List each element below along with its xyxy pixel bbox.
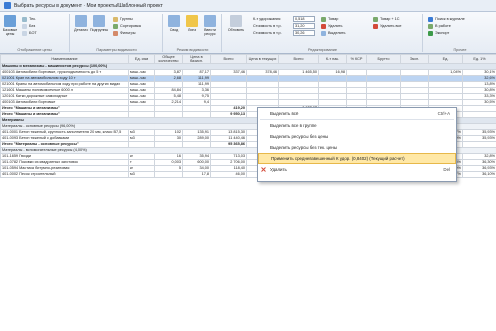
search-icon: [428, 16, 433, 22]
select-button[interactable]: Выделить: [321, 30, 346, 36]
table-cell: м3: [128, 171, 155, 178]
ribbon: Базовые цены Тек. Без БОТ Отображение це…: [0, 12, 496, 54]
column-header[interactable]: Общее количество: [154, 54, 183, 64]
column-header[interactable]: Цена в текущих: [246, 54, 279, 64]
sort-toggle[interactable]: Сортировка: [113, 23, 141, 29]
column-header[interactable]: % КСР: [346, 54, 367, 64]
delete-button[interactable]: Удалить: [321, 23, 343, 29]
context-menu: Выделить всё Ctrl+A Выделить все в группе…: [257, 107, 457, 182]
bot-icon: [22, 30, 27, 36]
price-icon: [22, 16, 27, 22]
shortcut-ctrl-a: Ctrl+A: [437, 111, 450, 116]
goods-button[interactable]: Товар: [321, 16, 338, 22]
window-title: Выбрать ресурсы в документ · Мои проекты…: [14, 2, 163, 9]
sort-icon: [113, 23, 118, 29]
resource-icon: [204, 15, 216, 27]
detail-icon: [75, 15, 87, 27]
export-icon: [428, 30, 433, 36]
summary-button[interactable]: Свод: [166, 15, 182, 32]
journal-search-button[interactable]: Поиск в журнале: [428, 16, 465, 22]
menu-select-no-price[interactable]: Выделить ресурсы без цены: [258, 131, 456, 142]
shortcut-del: Del: [443, 167, 450, 172]
column-header[interactable]: Ед.: [428, 54, 463, 64]
ribbon-group-other: Поиск в журнале В работе Экспорт Прочее: [424, 14, 496, 52]
markup-coef-input[interactable]: 0,518: [293, 16, 315, 22]
delete-all-icon: [373, 23, 378, 29]
filters-toggle[interactable]: Фильтры: [113, 30, 135, 36]
cost-label-1: Стоимость в т.р.: [253, 24, 282, 28]
column-header[interactable]: Всего: [278, 54, 319, 64]
table-cell: 401-0001 Бетон тяжелый, крупность заполн…: [0, 129, 129, 136]
ribbon-group-editing: Обновить К-т удорожания 0,518 Стоимость …: [223, 14, 423, 52]
lines-button[interactable]: Линз: [184, 15, 200, 32]
column-header[interactable]: Брутто: [366, 54, 401, 64]
filter-icon: [113, 30, 118, 36]
subgroups-icon: [93, 15, 105, 27]
bot-toggle[interactable]: БОТ: [22, 30, 37, 36]
column-header[interactable]: Цена в базисн.: [182, 54, 211, 64]
column-header[interactable]: Наименование: [0, 54, 129, 64]
delete-icon: [321, 23, 326, 29]
detail-button[interactable]: Детализ: [73, 15, 89, 32]
column-header[interactable]: Эксп.: [400, 54, 429, 64]
summary-icon: [168, 15, 180, 27]
work-icon: [428, 23, 433, 29]
enter-resource-button[interactable]: Ввести ресурс: [202, 15, 218, 36]
base-prices-button[interactable]: Базовые цены: [2, 15, 18, 36]
menu-delete[interactable]: Удалить Del: [258, 164, 456, 175]
no-prices-toggle[interactable]: Без: [22, 23, 35, 29]
export-button[interactable]: Экспорт: [428, 30, 449, 36]
select-icon: [321, 30, 326, 36]
goods-1c-icon: [373, 16, 378, 22]
cost-input-1[interactable]: 31,20: [293, 23, 315, 29]
subgroups-button[interactable]: Подгруппы: [90, 15, 108, 32]
table-cell: 401-0002 Песок строительный: [0, 171, 129, 178]
table-cell: [154, 171, 183, 178]
cost-label-2: Стоимость в т.р.: [253, 31, 282, 35]
groups-toggle[interactable]: Группы: [113, 16, 133, 22]
cost-input-2[interactable]: 30,26: [293, 30, 315, 36]
delete-x-icon: [261, 167, 266, 172]
ribbon-group-price-display: Базовые цены Тек. Без БОТ Отображение це…: [0, 14, 70, 52]
table-cell: 17,8: [182, 171, 211, 178]
goods-icon: [321, 16, 326, 22]
menu-select-all[interactable]: Выделить всё Ctrl+A: [258, 108, 456, 119]
refresh-button[interactable]: Обновить: [225, 15, 247, 32]
groups-icon: [113, 16, 118, 22]
menu-select-group[interactable]: Выделить все в группе: [258, 120, 456, 131]
ribbon-group-visibility: Детализ Подгруппы Группы Сортировка Филь…: [71, 14, 163, 52]
table-cell: 36,10%: [462, 171, 496, 178]
table-header-row: Наименование Ед. изм Общее количество Цена …: [0, 54, 496, 64]
goods-1c-button[interactable]: Товар + 1С: [373, 16, 400, 22]
title-bar: Выбрать ресурсы в документ · Мои проекты…: [0, 0, 496, 12]
none-icon: [22, 23, 27, 29]
in-work-button[interactable]: В работе: [428, 23, 451, 29]
current-prices-toggle[interactable]: Тек.: [22, 16, 36, 22]
app-icon: [4, 2, 11, 9]
column-header[interactable]: Ед. 1%: [462, 54, 496, 64]
lines-icon: [186, 15, 198, 27]
menu-select-no-current-price[interactable]: Выделить ресурсы без тек. цены: [258, 142, 456, 153]
column-header[interactable]: Всего: [210, 54, 247, 64]
column-header[interactable]: Ед. изм: [128, 54, 155, 64]
refresh-icon: [230, 15, 242, 27]
table-cell: 021001 Краны на автомобильном ходу при р…: [0, 81, 129, 88]
delete-all-button[interactable]: Удалить все: [373, 23, 402, 29]
prices-icon: [4, 15, 16, 27]
table-cell: 46,00: [210, 171, 247, 178]
column-header[interactable]: К-т нак.: [318, 54, 347, 64]
ribbon-group-view-mode: Свод Линз Ввести ресурс Режим видимости: [164, 14, 222, 52]
menu-apply-weighted-coef[interactable]: Применить средневзвешенный К удор. (0,84…: [258, 153, 456, 164]
markup-coef-label: К-т удорожания: [253, 17, 281, 21]
resources-grid[interactable]: Наименование Ед. изм Общее количество Цена …: [0, 54, 496, 331]
